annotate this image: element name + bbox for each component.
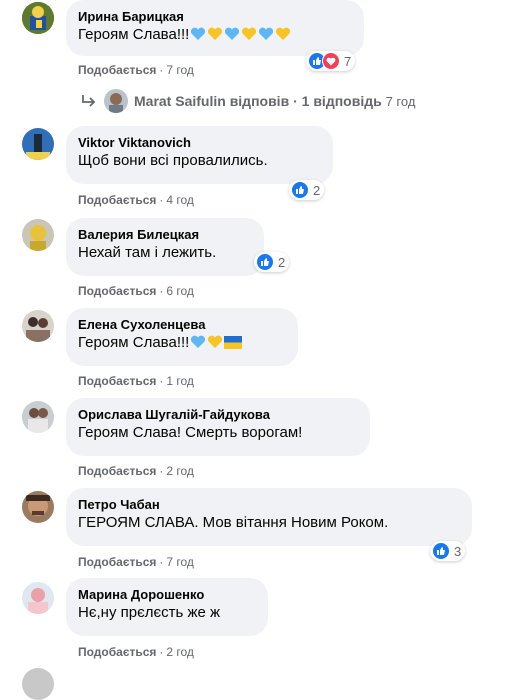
- like-button[interactable]: Подобається: [78, 464, 156, 478]
- avatar-image-icon: [22, 219, 54, 251]
- like-icon: [432, 542, 450, 560]
- comment-author[interactable]: Орислава Шугалій-Гайдукова: [78, 406, 358, 423]
- view-replies-link[interactable]: Marat Saifulin відповів · 1 відповідь 7 …: [80, 88, 415, 114]
- comment-text-content: Героям Слава!!!: [78, 26, 190, 43]
- reaction-count: 7: [344, 53, 352, 69]
- heart-emoji-icon: [190, 335, 206, 355]
- reaction-summary[interactable]: 3: [430, 541, 466, 561]
- comment-timestamp[interactable]: 4 год: [166, 193, 194, 207]
- avatar-image-icon: [22, 401, 54, 433]
- comment-actions: Подобається · 6 год: [78, 284, 194, 298]
- heart-emoji-icon: [241, 27, 257, 47]
- comment-timestamp[interactable]: 2 год: [166, 645, 194, 659]
- reaction-count: 2: [313, 182, 321, 198]
- comment-timestamp[interactable]: 1 год: [166, 374, 194, 388]
- love-icon: [322, 52, 340, 70]
- comment-author[interactable]: Елена Сухоленцева: [78, 316, 286, 333]
- comment-text: Героям Слава!!!: [78, 333, 286, 355]
- comment-text: Нехай там і лежить.: [78, 244, 217, 261]
- like-icon: [256, 253, 274, 271]
- like-button[interactable]: Подобається: [78, 645, 156, 659]
- like-button[interactable]: Подобається: [78, 193, 156, 207]
- comment-actions: Подобається · 7 год: [78, 63, 194, 77]
- avatar[interactable]: [22, 582, 54, 614]
- heart-emoji-icon: [207, 335, 223, 355]
- reply-action: відповів: [229, 93, 290, 109]
- like-button[interactable]: Подобається: [78, 374, 156, 388]
- reaction-summary[interactable]: 2: [289, 180, 325, 200]
- heart-emoji-icon: [207, 27, 223, 47]
- heart-emoji-icon: [224, 27, 240, 47]
- reply-count[interactable]: 1 відповідь: [302, 93, 382, 109]
- comment-author[interactable]: Марина Дорошенко: [78, 586, 256, 603]
- comment-bubble: Петро Чабан ГЕРОЯМ СЛАВА. Мов вітання Но…: [66, 488, 472, 546]
- reply-arrow-icon: [80, 93, 98, 109]
- comment-timestamp[interactable]: 6 год: [166, 284, 194, 298]
- comment-author[interactable]: Петро Чабан: [78, 496, 460, 513]
- avatar-image-icon: [22, 310, 54, 342]
- comment-text: Щоб вони всі провалились.: [78, 152, 268, 169]
- heart-emoji-icon: [258, 27, 274, 47]
- comment-bubble: Орислава Шугалій-Гайдукова Героям Слава!…: [66, 398, 370, 456]
- reply-timestamp: 7 год: [385, 93, 416, 109]
- heart-emoji-icon: [275, 27, 291, 47]
- comment-bubble: Ирина Барицкая Героям Слава!!!: [66, 0, 364, 56]
- comment-bubble: Елена Сухоленцева Героям Слава!!!: [66, 308, 298, 366]
- comment-text: Героям Слава!!!: [78, 25, 352, 47]
- like-button[interactable]: Подобається: [78, 63, 156, 77]
- reaction-count: 3: [454, 543, 462, 559]
- heart-emoji-icon: [190, 27, 206, 47]
- like-icon: [291, 181, 309, 199]
- comment-bubble: Валерия Билецкая Нехай там і лежить.: [66, 218, 264, 276]
- comment-actions: Подобається · 2 год: [78, 464, 194, 478]
- avatar-image-icon: [22, 128, 54, 160]
- avatar[interactable]: [22, 491, 54, 523]
- avatar[interactable]: [22, 219, 54, 251]
- reaction-summary[interactable]: 7: [306, 51, 356, 71]
- comment-actions: Подобається · 4 год: [78, 193, 194, 207]
- comment-author[interactable]: Ирина Барицкая: [78, 8, 352, 25]
- comment-actions: Подобається · 1 год: [78, 374, 194, 388]
- ukraine-flag-icon: [224, 335, 243, 355]
- comment-text: Героям Слава! Смерть ворогам!: [78, 424, 303, 441]
- avatar[interactable]: [22, 401, 54, 433]
- avatar[interactable]: [22, 2, 54, 34]
- avatar-image-icon: [22, 582, 54, 614]
- like-button[interactable]: Подобається: [78, 555, 156, 569]
- comment-bubble: Марина Дорошенко Нє,ну прєлєсть же ж: [66, 578, 268, 636]
- comment-bubble: Viktor Viktanovich Щоб вони всі провалил…: [66, 126, 333, 184]
- comment-actions: Подобається · 7 год: [78, 555, 194, 569]
- comment-text: Нє,ну прєлєсть же ж: [78, 604, 221, 621]
- comment-text-content: Героям Слава!!!: [78, 334, 190, 351]
- reply-author[interactable]: Marat Saifulin: [134, 93, 226, 109]
- reaction-summary[interactable]: 2: [254, 252, 290, 272]
- reaction-count: 2: [278, 254, 286, 270]
- reply-separator: ·: [293, 93, 298, 109]
- like-button[interactable]: Подобається: [78, 284, 156, 298]
- comment-author[interactable]: Viktor Viktanovich: [78, 134, 321, 151]
- comment-timestamp[interactable]: 2 год: [166, 464, 194, 478]
- comment-timestamp[interactable]: 7 год: [166, 63, 194, 77]
- avatar-image-icon: [22, 491, 54, 523]
- comment-timestamp[interactable]: 7 год: [166, 555, 194, 569]
- comment-text: ГЕРОЯМ СЛАВА. Мов вітання Новим Роком.: [78, 514, 389, 531]
- avatar[interactable]: [22, 310, 54, 342]
- comment-actions: Подобається · 2 год: [78, 645, 194, 659]
- avatar[interactable]: [22, 128, 54, 160]
- avatar: [104, 89, 128, 113]
- comment-author[interactable]: Валерия Билецкая: [78, 226, 252, 243]
- avatar-image-icon: [22, 2, 54, 34]
